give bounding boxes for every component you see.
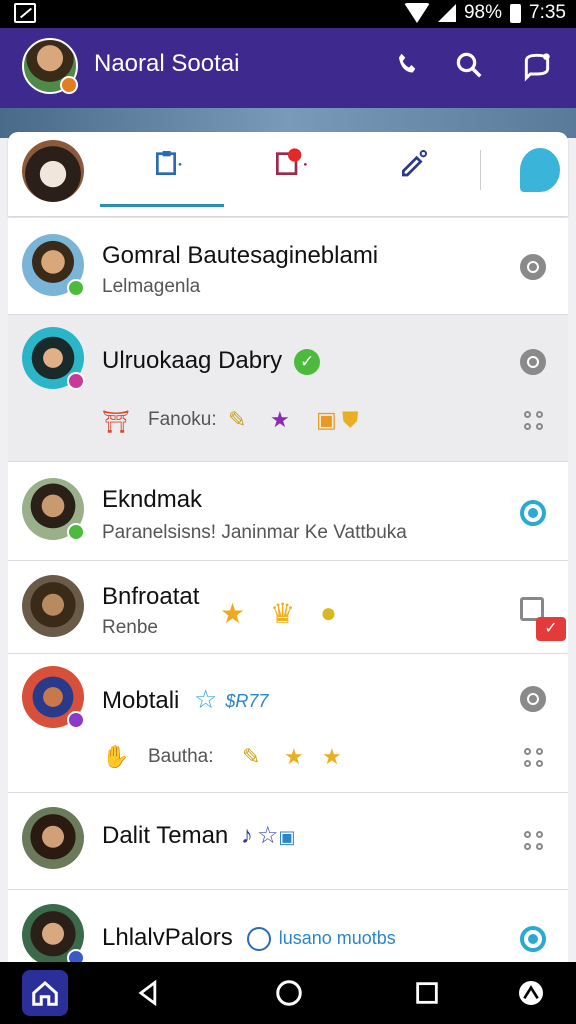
hand-icon: ✋ [102,744,130,769]
my-avatar[interactable] [22,140,84,202]
contact-subtitle: Renbe [102,617,158,638]
status-dot [67,711,85,729]
more-icon[interactable] [524,748,544,768]
avatar [22,234,85,297]
star-icon: ★ [322,744,342,769]
avatar [22,575,84,637]
contact-name-row: Ulruokaag Dabry ✓ [102,347,321,375]
contact-name-row: Dalit Teman ♪ ☆▣ [102,821,295,850]
app-bar: Naoral Sootai [0,28,576,108]
contact-name: Mobtali [102,687,180,714]
recents-icon[interactable] [404,970,450,1016]
feather-icon: ✎ [242,744,261,769]
globe-icon [246,926,271,951]
contact-subtitle: Paranelsisns! Janinmar Ke Vattbuka [102,522,407,543]
contact-name: Ekndmak [102,486,203,513]
status-badge [60,76,78,94]
checked-badge-icon: ✓ [536,617,566,641]
clock: 7:35 [529,2,566,23]
list-item[interactable]: Mobtali ☆ $R77 ✋ Bautha: ✎ ★ ★ [8,654,568,793]
notification-icon [14,3,36,23]
avatar [22,327,85,390]
signal-icon [437,4,456,22]
new-message-icon[interactable] [520,50,554,84]
more-icon[interactable] [524,831,544,851]
contact-subtitle: Fanoku: [148,409,217,430]
clipboard-icon [156,151,182,175]
list-item[interactable]: Dalit Teman ♪ ☆▣ [8,793,568,890]
coin-icon: ● [320,597,337,628]
profile-avatar[interactable] [22,38,78,94]
list-item[interactable]: Ekndmak Paranelsisns! Janinmar Ke Vattbu… [8,462,568,561]
tab-clipboard[interactable] [138,146,198,194]
select-radio[interactable] [520,254,546,280]
list-item[interactable]: Bnfroatat Renbe ★ ♛ ● ✓ [8,561,568,654]
star-icon: ★ [270,407,290,432]
badge-icon: ▣ [316,407,337,432]
contact-list: Gomral Bautesagineblami Lelmagenla Ulruo… [8,218,568,981]
tag-icon: ▣ [278,827,296,847]
shield-icon: ⛊ [342,407,359,432]
more-icon[interactable] [524,411,544,431]
select-radio[interactable] [520,686,546,712]
select-radio[interactable] [520,349,546,375]
contact-subtitle: Lelmagenla [102,276,201,297]
contact-name: Ulruokaag Dabry [102,347,283,374]
home-circle-icon[interactable] [266,970,312,1016]
page-title: Naoral Sootai [94,50,240,77]
chat-bubble-icon[interactable] [520,148,560,192]
divider [480,150,481,190]
settings-icon[interactable] [508,970,554,1016]
tab-notifications[interactable] [262,146,322,194]
music-icon: ♪ [240,822,253,849]
select-radio[interactable] [520,926,546,952]
verified-icon: ✓ [294,348,321,375]
back-icon[interactable] [126,970,172,1016]
home-icon[interactable] [22,970,68,1016]
battery-percent: 98% [463,2,503,23]
battery-icon [510,3,522,23]
crown-icon: ♛ [270,598,296,629]
avatar [22,807,84,869]
online-dot [67,279,85,297]
contact-name: LhlalvPalors [102,924,233,951]
star-outline-icon: ☆ [256,822,279,849]
contact-tag: lusano muotbs [278,928,396,949]
status-indicators: 98% 7:35 [403,2,566,24]
feather-icon: ✎ [228,407,247,432]
star-icon: ★ [284,744,304,769]
hat-emoji-icon: ⛩ [102,409,130,434]
active-tab-indicator [100,204,224,207]
call-icon[interactable] [392,50,426,84]
avatar [22,666,85,729]
wifi-icon [403,3,430,23]
online-dot [67,523,85,541]
tab-edit[interactable] [384,146,444,194]
search-icon[interactable] [452,50,486,84]
tab-bar [8,132,568,216]
contact-name-row: Mobtali ☆ $R77 [102,684,268,715]
star-icon: ★ [220,598,246,629]
contact-name: Dalit Teman [102,822,229,849]
notification-icon [275,148,307,175]
avatar [22,478,85,541]
contact-tag: $R77 [225,691,269,712]
contact-subtitle: Bautha: [148,746,214,767]
status-bar: 98% 7:35 [0,0,576,28]
contact-name: Gomral Bautesagineblami [102,242,379,269]
star-outline-icon: ☆ [194,684,218,714]
avatar [22,904,85,967]
status-dot [67,372,85,390]
list-item[interactable]: Ulruokaag Dabry ✓ ⛩ Fanoku: ✎ ★ ▣ ⛊ [8,315,568,462]
contact-name: Bnfroatat [102,583,200,610]
list-item[interactable]: Gomral Bautesagineblami Lelmagenla [8,218,568,315]
contact-name-row: LhlalvPalors lusano muotbs [102,924,396,952]
select-radio[interactable] [520,500,546,526]
edit-icon [402,150,427,177]
navigation-bar [0,962,576,1024]
